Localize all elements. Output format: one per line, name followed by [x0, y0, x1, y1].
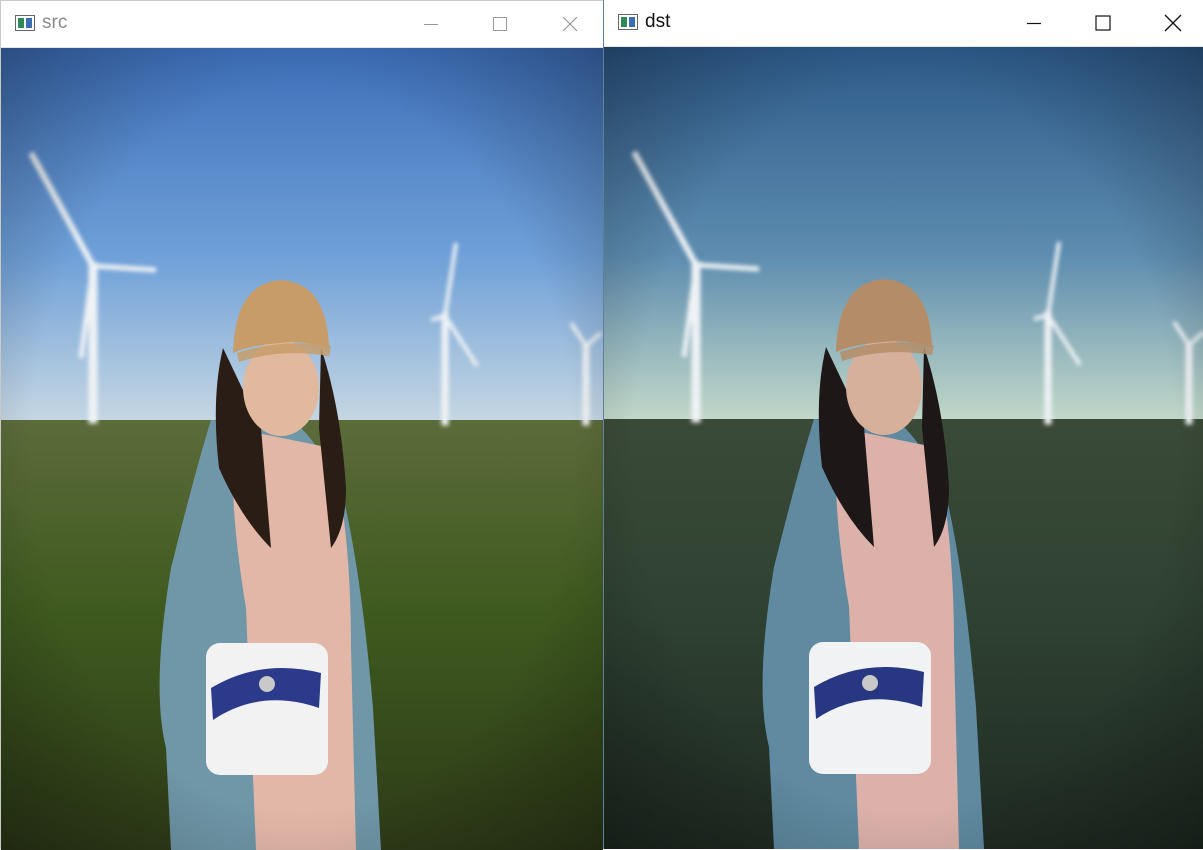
photo: [604, 47, 1203, 849]
close-button[interactable]: [547, 1, 593, 47]
maximize-button[interactable]: [477, 1, 523, 47]
photo: [1, 48, 603, 850]
minimize-button[interactable]: [1011, 0, 1057, 46]
window-dst: dst: [603, 0, 1203, 849]
close-icon: [1164, 14, 1182, 32]
window-title: dst: [645, 11, 671, 32]
minimize-button[interactable]: [408, 1, 454, 47]
minimize-icon: [424, 24, 438, 25]
title-bar[interactable]: dst: [604, 0, 1203, 47]
minimize-icon: [1027, 22, 1041, 25]
maximize-button[interactable]: [1080, 0, 1126, 46]
maximize-icon: [1095, 15, 1111, 31]
window-title: src: [42, 12, 68, 33]
image-canvas: [1, 48, 603, 850]
window-src: src: [0, 0, 603, 850]
close-button[interactable]: [1150, 0, 1196, 46]
app-icon: [15, 15, 35, 31]
close-icon: [562, 16, 578, 32]
title-bar[interactable]: src: [1, 1, 603, 48]
maximize-icon: [493, 17, 507, 31]
image-canvas: [604, 47, 1203, 849]
app-icon: [618, 14, 638, 30]
